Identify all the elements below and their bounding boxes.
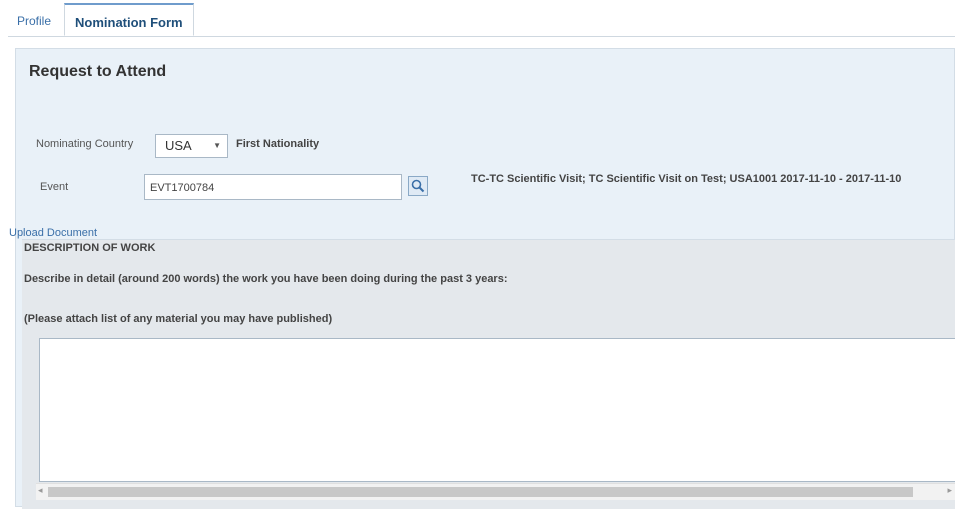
tab-profile[interactable]: Profile bbox=[17, 14, 51, 28]
event-description: TC-TC Scientific Visit; TC Scientific Vi… bbox=[471, 173, 902, 185]
scrollbar-thumb[interactable] bbox=[48, 487, 913, 497]
tab-nomination-form[interactable]: Nomination Form bbox=[64, 3, 194, 36]
event-label: Event bbox=[40, 181, 69, 193]
upload-document-link[interactable]: Upload Document bbox=[9, 227, 97, 239]
description-instruction: Describe in detail (around 200 words) th… bbox=[24, 273, 508, 285]
country-select-value: USA bbox=[165, 138, 192, 153]
page-title: Request to Attend bbox=[29, 63, 167, 80]
scroll-left-icon[interactable]: ◂ bbox=[38, 485, 43, 496]
search-icon bbox=[411, 179, 425, 193]
event-input[interactable]: EVT1700784 bbox=[144, 174, 402, 200]
scroll-right-icon[interactable]: ▸ bbox=[947, 485, 952, 496]
tab-divider bbox=[8, 36, 955, 37]
tab-bar: Profile Nomination Form bbox=[0, 0, 955, 37]
form-panel: Request to Attend Nominating Country USA… bbox=[9, 48, 955, 509]
description-heading: DESCRIPTION OF WORK bbox=[24, 242, 156, 254]
country-select[interactable]: USA ▼ bbox=[155, 134, 228, 158]
first-nationality-label: First Nationality bbox=[236, 138, 320, 150]
nominating-country-label: Nominating Country bbox=[36, 138, 134, 150]
horizontal-scrollbar[interactable]: ◂ ▸ bbox=[36, 483, 955, 500]
description-textarea[interactable] bbox=[39, 338, 955, 482]
description-note: (Please attach list of any material you … bbox=[24, 313, 333, 325]
event-search-button[interactable] bbox=[408, 176, 428, 196]
chevron-down-icon: ▼ bbox=[213, 141, 221, 150]
